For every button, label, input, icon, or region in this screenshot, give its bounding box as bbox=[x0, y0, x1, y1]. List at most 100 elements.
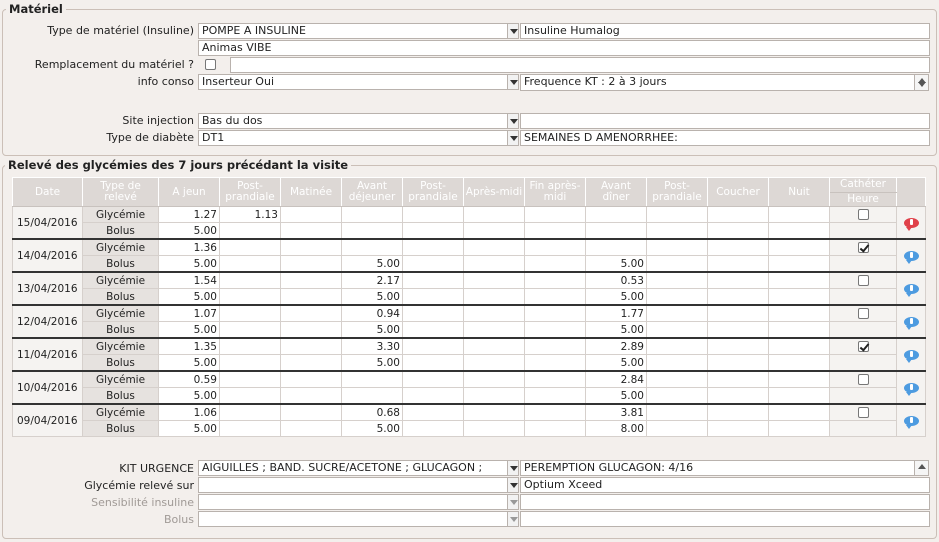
glycemie-value-cell[interactable] bbox=[402, 271, 464, 289]
bolus-value-cell[interactable] bbox=[646, 354, 708, 372]
bolus-value-cell[interactable]: 5.00 bbox=[585, 288, 647, 306]
bolus-value-cell[interactable] bbox=[768, 321, 830, 339]
glycemie-value-cell[interactable] bbox=[463, 370, 525, 388]
bolus-value-cell[interactable]: 5.00 bbox=[158, 420, 220, 437]
glycemie-value-cell[interactable] bbox=[402, 238, 464, 256]
glycemie-value-cell[interactable] bbox=[219, 238, 281, 256]
bolus-value-cell[interactable]: 5.00 bbox=[585, 387, 647, 405]
bolus-value-cell[interactable] bbox=[402, 387, 464, 405]
remplacement-field[interactable] bbox=[230, 57, 930, 73]
glycemie-value-cell[interactable] bbox=[646, 403, 708, 421]
bolus-value-cell[interactable] bbox=[707, 354, 769, 372]
glycemie-value-cell[interactable] bbox=[463, 304, 525, 322]
bolus-value-cell[interactable] bbox=[646, 255, 708, 273]
bolus-value-cell[interactable] bbox=[219, 288, 281, 306]
bolus-value-cell[interactable]: 5.00 bbox=[341, 354, 403, 372]
glycemie-value-cell[interactable]: 0.53 bbox=[585, 271, 647, 289]
model-field[interactable]: Animas VIBE bbox=[198, 40, 930, 56]
bolus-value-cell[interactable] bbox=[646, 288, 708, 306]
chevron-down-icon[interactable] bbox=[507, 511, 519, 527]
chevron-down-icon[interactable] bbox=[507, 130, 519, 146]
glycemie-value-cell[interactable] bbox=[219, 337, 281, 355]
glycemie-value-cell[interactable] bbox=[524, 238, 586, 256]
catheter-checkbox[interactable] bbox=[857, 275, 869, 286]
glycemie-value-cell[interactable] bbox=[707, 304, 769, 322]
glycemie-value-cell[interactable] bbox=[646, 337, 708, 355]
bolus-value-cell[interactable] bbox=[768, 354, 830, 372]
glycemie-value-cell[interactable]: 1.13 bbox=[219, 206, 281, 223]
bolus-value-cell[interactable] bbox=[463, 420, 525, 437]
bolus-value-cell[interactable] bbox=[402, 222, 464, 240]
glycemie-value-cell[interactable] bbox=[219, 370, 281, 388]
sensibilite-detail-field[interactable] bbox=[520, 494, 930, 510]
bolus-value-cell[interactable] bbox=[341, 222, 403, 240]
glycemie-value-cell[interactable]: 2.84 bbox=[585, 370, 647, 388]
bolus-value-cell[interactable] bbox=[219, 255, 281, 273]
heure-cell[interactable] bbox=[829, 420, 897, 437]
blue-comment-icon[interactable] bbox=[903, 415, 919, 429]
glycemie-value-cell[interactable] bbox=[524, 370, 586, 388]
glycemie-value-cell[interactable]: 0.94 bbox=[341, 304, 403, 322]
glycemie-value-cell[interactable] bbox=[280, 370, 342, 388]
blue-comment-icon[interactable] bbox=[903, 316, 919, 330]
bolus-value-cell[interactable]: 5.00 bbox=[158, 354, 220, 372]
glycemie-value-cell[interactable] bbox=[402, 370, 464, 388]
glycemie-value-cell[interactable] bbox=[707, 271, 769, 289]
site-injection-select[interactable]: Bas du dos bbox=[198, 113, 508, 129]
glycemie-value-cell[interactable] bbox=[219, 304, 281, 322]
glycemie-value-cell[interactable] bbox=[768, 370, 830, 388]
glycemie-value-cell[interactable] bbox=[524, 304, 586, 322]
bolus-select[interactable] bbox=[198, 511, 508, 527]
chevron-down-icon[interactable] bbox=[507, 23, 519, 39]
glycemie-value-cell[interactable] bbox=[219, 403, 281, 421]
glycemie-value-cell[interactable] bbox=[646, 304, 708, 322]
glycemie-value-cell[interactable] bbox=[463, 206, 525, 223]
glycemie-value-cell[interactable] bbox=[402, 206, 464, 223]
blue-comment-icon[interactable] bbox=[903, 250, 919, 264]
insuline-field[interactable]: Insuline Humalog bbox=[520, 23, 930, 39]
scrollbar[interactable] bbox=[914, 74, 929, 91]
glycemie-value-cell[interactable] bbox=[341, 206, 403, 223]
glycemie-value-cell[interactable]: 3.81 bbox=[585, 403, 647, 421]
bolus-value-cell[interactable] bbox=[219, 321, 281, 339]
glycemie-value-cell[interactable]: 1.36 bbox=[158, 238, 220, 256]
glycemie-value-cell[interactable] bbox=[646, 370, 708, 388]
glycemie-value-cell[interactable] bbox=[707, 337, 769, 355]
bolus-value-cell[interactable]: 5.00 bbox=[158, 288, 220, 306]
info-conso-select[interactable]: Inserteur Oui bbox=[198, 74, 508, 90]
catheter-checkbox[interactable] bbox=[857, 308, 869, 319]
bolus-value-cell[interactable] bbox=[524, 420, 586, 437]
glycemie-value-cell[interactable] bbox=[402, 337, 464, 355]
glycemie-value-cell[interactable] bbox=[768, 304, 830, 322]
glycemie-value-cell[interactable] bbox=[524, 271, 586, 289]
glycemie-value-cell[interactable] bbox=[524, 206, 586, 223]
glycemie-value-cell[interactable] bbox=[463, 238, 525, 256]
bolus-value-cell[interactable] bbox=[707, 288, 769, 306]
chevron-down-icon[interactable] bbox=[507, 494, 519, 510]
bolus-value-cell[interactable] bbox=[402, 420, 464, 437]
bolus-value-cell[interactable] bbox=[707, 255, 769, 273]
glycemie-value-cell[interactable] bbox=[341, 238, 403, 256]
glycemie-value-cell[interactable]: 0.68 bbox=[341, 403, 403, 421]
bolus-value-cell[interactable] bbox=[402, 288, 464, 306]
glycemie-value-cell[interactable] bbox=[768, 403, 830, 421]
chevron-down-icon[interactable] bbox=[507, 74, 519, 90]
glycemie-value-cell[interactable] bbox=[463, 271, 525, 289]
semaines-field[interactable]: SEMAINES D AMENORRHEE: bbox=[520, 130, 930, 146]
bolus-value-cell[interactable] bbox=[341, 387, 403, 405]
heure-cell[interactable] bbox=[829, 255, 897, 273]
glycemie-value-cell[interactable]: 0.59 bbox=[158, 370, 220, 388]
bolus-value-cell[interactable] bbox=[646, 387, 708, 405]
glycemie-value-cell[interactable]: 1.07 bbox=[158, 304, 220, 322]
glycemie-value-cell[interactable] bbox=[768, 271, 830, 289]
glycemie-value-cell[interactable] bbox=[585, 238, 647, 256]
glycemie-value-cell[interactable] bbox=[280, 206, 342, 223]
bolus-value-cell[interactable]: 5.00 bbox=[158, 387, 220, 405]
bolus-value-cell[interactable] bbox=[646, 222, 708, 240]
bolus-value-cell[interactable]: 5.00 bbox=[158, 222, 220, 240]
glycemie-value-cell[interactable] bbox=[280, 304, 342, 322]
sensibilite-insuline-select[interactable] bbox=[198, 494, 508, 510]
bolus-value-cell[interactable] bbox=[707, 420, 769, 437]
bolus-value-cell[interactable] bbox=[280, 387, 342, 405]
catheter-checkbox[interactable] bbox=[857, 242, 869, 253]
